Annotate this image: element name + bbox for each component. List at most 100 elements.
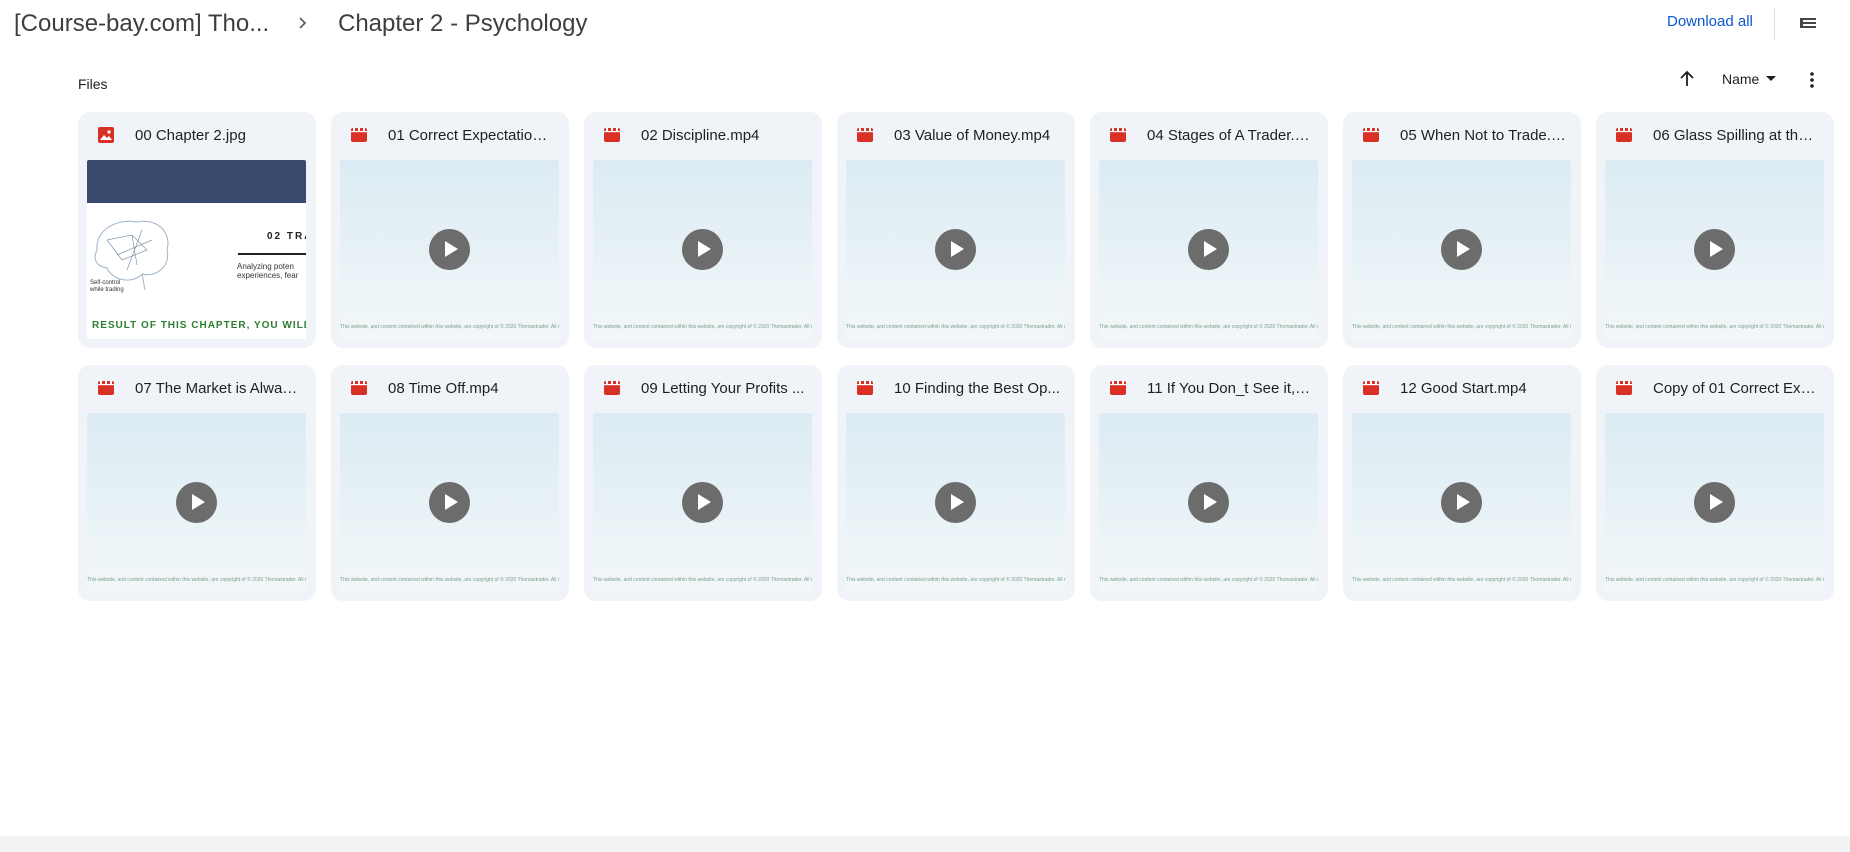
video-file-icon [1616, 381, 1632, 395]
video-copyright-text: This website, and content contained with… [1099, 324, 1318, 330]
image-body-line: Analyzing poten [237, 262, 294, 271]
play-icon[interactable] [1188, 482, 1229, 523]
video-copyright-text: This website, and content contained with… [1352, 577, 1571, 583]
file-thumbnail: This website, and content contained with… [1605, 413, 1824, 592]
file-card[interactable]: 10 Finding the Best Op... This website, a… [837, 365, 1075, 601]
file-card-header: 02 Discipline.mp4 [584, 112, 822, 160]
file-card-header: 03 Value of Money.mp4 [837, 112, 1075, 160]
image-body-line: experiences, fear [237, 271, 299, 280]
file-card[interactable]: 05 When Not to Trade.mp4 This website, an… [1343, 112, 1581, 348]
file-card[interactable]: 04 Stages of A Trader.mp4 This website, a… [1090, 112, 1328, 348]
file-name: 05 When Not to Trade.mp4 [1400, 127, 1566, 144]
file-card[interactable]: 06 Glass Spilling at the ... This website… [1596, 112, 1834, 348]
video-file-icon [857, 128, 873, 142]
file-name: 06 Glass Spilling at the ... [1653, 127, 1819, 144]
video-file-icon [604, 381, 620, 395]
image-divider [238, 253, 306, 255]
sort-by-dropdown[interactable]: Name [1722, 71, 1777, 87]
files-section-label: Files [78, 76, 108, 92]
file-thumbnail: This website, and content contained with… [1605, 160, 1824, 339]
file-card[interactable]: 08 Time Off.mp4 This website, and content… [331, 365, 569, 601]
file-name: 03 Value of Money.mp4 [894, 127, 1051, 144]
play-icon[interactable] [1188, 229, 1229, 270]
breadcrumb-current-folder: Chapter 2 - Psychology [338, 10, 588, 37]
play-icon[interactable] [1694, 229, 1735, 270]
caret-down-icon [1766, 76, 1777, 81]
play-icon[interactable] [429, 482, 470, 523]
file-name: 10 Finding the Best Op... [894, 380, 1060, 397]
file-card-header: 09 Letting Your Profits ... [584, 365, 822, 413]
file-card-header: 06 Glass Spilling at the ... [1596, 112, 1834, 160]
file-card-header: 10 Finding the Best Op... [837, 365, 1075, 413]
file-name: 08 Time Off.mp4 [388, 380, 499, 397]
play-icon[interactable] [429, 229, 470, 270]
breadcrumb-root-folder[interactable]: [Course-bay.com] Tho... [14, 10, 269, 38]
file-card[interactable]: 02 Discipline.mp4 This website, and conte… [584, 112, 822, 348]
video-copyright-text: This website, and content contained with… [593, 577, 812, 583]
video-file-icon [604, 128, 620, 142]
video-copyright-text: This website, and content contained with… [340, 577, 559, 583]
file-thumbnail: This website, and content contained with… [340, 413, 559, 592]
play-icon[interactable] [1694, 482, 1735, 523]
image-body-text: Analyzing poten experiences, fear [237, 262, 298, 280]
video-copyright-text: This website, and content contained with… [1605, 577, 1824, 583]
video-copyright-text: This website, and content contained with… [1099, 577, 1318, 583]
file-thumbnail: This website, and content contained with… [1099, 413, 1318, 592]
play-icon[interactable] [682, 482, 723, 523]
file-card-header: 04 Stages of A Trader.mp4 [1090, 112, 1328, 160]
video-file-icon [351, 381, 367, 395]
file-card[interactable]: 03 Value of Money.mp4 This website, and c… [837, 112, 1075, 348]
image-caption-line: while trading [90, 287, 124, 293]
chevron-right-icon [299, 17, 307, 29]
video-copyright-text: This website, and content contained with… [593, 324, 812, 330]
video-copyright-text: This website, and content contained with… [846, 577, 1065, 583]
file-card[interactable]: 07 The Market is Always... This website, … [78, 365, 316, 601]
download-all-button[interactable]: Download all [1667, 13, 1753, 30]
video-copyright-text: This website, and content contained with… [87, 577, 306, 583]
file-thumbnail: This website, and content contained with… [87, 413, 306, 592]
play-icon[interactable] [935, 482, 976, 523]
image-title-text: 02 TRA [267, 231, 306, 242]
video-copyright-text: This website, and content contained with… [340, 324, 559, 330]
image-caption-line: Self-control [90, 280, 121, 286]
sort-by-label: Name [1722, 71, 1760, 87]
file-card-header: 07 The Market is Always... [78, 365, 316, 413]
video-file-icon [1110, 381, 1126, 395]
image-footer-text: RESULT OF THIS CHAPTER, YOU WILL [92, 320, 306, 331]
file-thumbnail: This website, and content contained with… [846, 160, 1065, 339]
video-file-icon [1616, 128, 1632, 142]
file-card-header: 01 Correct Expectations.mp4 [331, 112, 569, 160]
play-icon[interactable] [935, 229, 976, 270]
file-card-header: 00 Chapter 2.jpg [78, 112, 316, 160]
header-bar: [Course-bay.com] Tho... Chapter 2 - Psyc… [0, 0, 1850, 52]
file-thumbnail: This website, and content contained with… [846, 413, 1065, 592]
play-icon[interactable] [176, 482, 217, 523]
file-thumbnail: This website, and content contained with… [1352, 160, 1571, 339]
play-icon[interactable] [1441, 229, 1482, 270]
play-icon[interactable] [682, 229, 723, 270]
file-name: 09 Letting Your Profits ... [641, 380, 805, 397]
video-file-icon [1110, 128, 1126, 142]
file-thumbnail: This website, and content contained with… [1352, 413, 1571, 592]
file-card-header: 05 When Not to Trade.mp4 [1343, 112, 1581, 160]
bottom-scrollbar-area [0, 836, 1850, 852]
file-name: Copy of 01 Correct Exp... [1653, 380, 1819, 397]
file-card[interactable]: 11 If You Don_t See it, It_... This websi… [1090, 365, 1328, 601]
file-card[interactable]: 01 Correct Expectations.mp4 This website,… [331, 112, 569, 348]
video-file-icon [98, 381, 114, 395]
video-file-icon [351, 128, 367, 142]
file-name: 07 The Market is Always... [135, 380, 301, 397]
video-file-icon [1363, 381, 1379, 395]
file-card[interactable]: 09 Letting Your Profits ... This website,… [584, 365, 822, 601]
file-card[interactable]: Copy of 01 Correct Exp... This website, a… [1596, 365, 1834, 601]
file-thumbnail: 02 TRA Analyzing potenexperiences, fear Se… [87, 160, 306, 339]
file-card[interactable]: 00 Chapter 2.jpg 02 TRA Analyzing potenexp… [78, 112, 316, 348]
file-card[interactable]: 12 Good Start.mp4 This website, and conte… [1343, 365, 1581, 601]
file-name: 12 Good Start.mp4 [1400, 380, 1527, 397]
file-card-header: 11 If You Don_t See it, It_... [1090, 365, 1328, 413]
video-copyright-text: This website, and content contained with… [1605, 324, 1824, 330]
sort-direction-arrow-up-icon[interactable] [1676, 68, 1698, 90]
play-icon[interactable] [1441, 482, 1482, 523]
more-options-icon[interactable] [1800, 68, 1824, 92]
list-view-icon[interactable] [1796, 12, 1820, 36]
